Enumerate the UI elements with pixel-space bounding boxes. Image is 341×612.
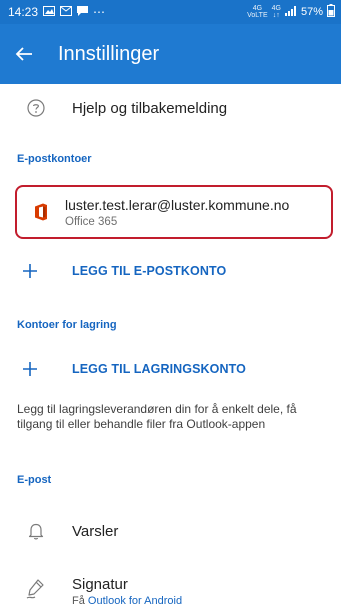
back-button[interactable] <box>0 24 48 84</box>
email-section-header: E-post <box>17 474 52 486</box>
signature-link[interactable]: Outlook for Android <box>88 595 182 607</box>
status-bar: 14:23 ⋯ 4G VoLTE 4G ↓↑ 57% <box>0 0 341 24</box>
add-email-account-button[interactable]: LEGG TIL E-POSTKONTO <box>0 254 341 288</box>
notifications-row[interactable]: Varsler <box>0 511 341 551</box>
back-arrow-icon <box>15 47 32 61</box>
help-icon <box>27 99 45 117</box>
help-feedback-label: Hjelp og tilbakemelding <box>72 99 228 117</box>
add-storage-account-button[interactable]: LEGG TIL LAGRINGSKONTO <box>0 352 341 386</box>
add-email-account-label: LEGG TIL E-POSTKONTO <box>72 264 227 278</box>
signature-pen-icon <box>26 579 44 599</box>
network-indicator-1: 4G VoLTE <box>247 5 268 19</box>
storage-description: Legg til lagringsleverandøren din for å … <box>17 402 297 431</box>
signature-prefix: Få <box>72 595 88 607</box>
page-title: Innstillinger <box>58 42 160 65</box>
storage-accounts-header: Kontoer for lagring <box>17 319 117 331</box>
clock: 14:23 <box>8 5 39 19</box>
add-storage-account-label: LEGG TIL LAGRINGSKONTO <box>72 362 246 376</box>
notifications-label: Varsler <box>72 522 119 540</box>
mail-notification-icon <box>60 5 73 19</box>
office365-icon <box>35 203 47 221</box>
signal-icon <box>284 5 297 19</box>
help-feedback-row[interactable]: Hjelp og tilbakemelding <box>0 86 341 130</box>
network-indicator-2: 4G ↓↑ <box>271 5 281 19</box>
more-notifications-icon: ⋯ <box>93 5 106 19</box>
account-email: luster.test.lerar@luster.kommune.no <box>65 196 290 213</box>
battery-icon <box>327 4 335 20</box>
app-bar: Innstillinger <box>0 24 341 84</box>
message-notification-icon <box>77 5 89 19</box>
account-type: Office 365 <box>65 215 118 228</box>
email-accounts-header: E-postkontoer <box>17 153 92 165</box>
plus-icon <box>23 264 37 278</box>
signature-subtext: Få Outlook for Android <box>72 595 182 607</box>
email-account-item[interactable]: luster.test.lerar@luster.kommune.no Offi… <box>15 185 333 239</box>
signature-label: Signatur <box>72 576 128 593</box>
signature-row[interactable]: Signatur Få Outlook for Android <box>0 568 341 612</box>
plus-icon <box>23 362 37 376</box>
bell-icon <box>28 523 44 540</box>
battery-percent: 57% <box>300 6 323 18</box>
gallery-notification-icon <box>43 5 56 19</box>
